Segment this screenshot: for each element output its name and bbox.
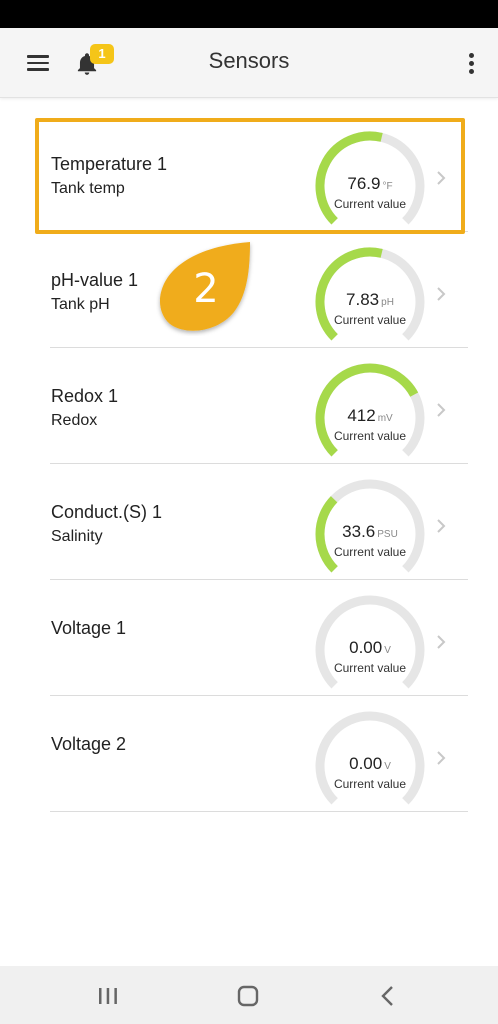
back-icon (381, 986, 393, 1006)
gauge-caption: Current value (333, 197, 407, 211)
back-button[interactable] (368, 980, 408, 1012)
gauge-value: 76.9 °F (347, 174, 393, 193)
gauge: 7.83 pH Current value (310, 246, 430, 346)
gauge-value: 0.00 V (349, 754, 391, 773)
gauge-unit: °F (382, 181, 393, 192)
home-button[interactable] (228, 980, 268, 1012)
page-title: Sensors (208, 48, 290, 73)
gauge: 412 mV Current value (310, 362, 430, 462)
app-bar: 1 Sensors (0, 28, 498, 98)
chevron-right-icon (437, 171, 446, 185)
gauge-value: 412 mV (347, 406, 393, 425)
gauge-unit: V (384, 761, 391, 772)
gauge-unit: mV (377, 413, 393, 424)
sensor-subtitle: Tank pH (51, 296, 110, 313)
chevron-right-icon (437, 751, 446, 765)
sensor-name: Temperature 1 (51, 154, 168, 174)
tutorial-step-marker: 2 (156, 240, 256, 336)
sensor-subtitle: Salinity (51, 528, 103, 545)
gauge-unit: pH (381, 297, 394, 308)
sensor-name: Voltage 2 (51, 734, 127, 754)
sensor-name: Conduct.(S) 1 (51, 502, 163, 522)
gauge-caption: Current value (333, 545, 407, 559)
recents-icon (99, 988, 117, 1004)
gauge-caption: Current value (333, 661, 407, 675)
home-icon (237, 985, 259, 1007)
gauge-caption: Current value (333, 777, 407, 791)
status-bar (0, 0, 498, 28)
gauge: 0.00 V Current value (310, 594, 430, 694)
system-nav-bar (0, 966, 498, 1024)
chevron-right-icon (437, 287, 446, 301)
gauge: 33.6 PSU Current value (310, 478, 430, 578)
gauge-unit: PSU (377, 529, 398, 540)
gauge-value: 0.00 V (349, 638, 391, 657)
gauge-value: 7.83 pH (346, 290, 394, 309)
gauge-unit: V (384, 645, 391, 656)
sensor-name: pH-value 1 (51, 270, 139, 290)
recents-button[interactable] (88, 980, 128, 1012)
gauge-caption: Current value (333, 313, 407, 327)
sensor-row-redox-1[interactable]: Redox 1 Redox 412 mV Current value (50, 348, 468, 464)
sensor-subtitle: Tank temp (51, 180, 125, 197)
gauge-caption: Current value (333, 429, 407, 443)
gauge: 76.9 °F Current value (310, 130, 430, 230)
more-vertical-icon[interactable] (460, 50, 484, 78)
sensor-row-voltage-2[interactable]: Voltage 2 0.00 V Current value (50, 696, 468, 812)
sensor-row-ph-value-1[interactable]: pH-value 1 Tank pH 7.83 pH Current value (50, 232, 468, 348)
gauge-value: 33.6 PSU (342, 522, 398, 541)
sensor-list: Temperature 1 Tank temp 76.9 °F Current v… (50, 116, 468, 812)
sensor-subtitle: Redox (51, 412, 98, 429)
sensor-row-conduct-1[interactable]: Conduct.(S) 1 Salinity 33.6 PSU Current v… (50, 464, 468, 580)
chevron-right-icon (437, 519, 446, 533)
sensor-name: Voltage 1 (51, 618, 127, 638)
sensor-name: Redox 1 (51, 386, 119, 406)
sensor-row-voltage-1[interactable]: Voltage 1 0.00 V Current value (50, 580, 468, 696)
sensor-row-temperature-1[interactable]: Temperature 1 Tank temp 76.9 °F Current v… (50, 116, 468, 232)
chevron-right-icon (437, 635, 446, 649)
tutorial-step-number: 2 (193, 266, 219, 312)
chevron-right-icon (437, 403, 446, 417)
gauge: 0.00 V Current value (310, 710, 430, 810)
